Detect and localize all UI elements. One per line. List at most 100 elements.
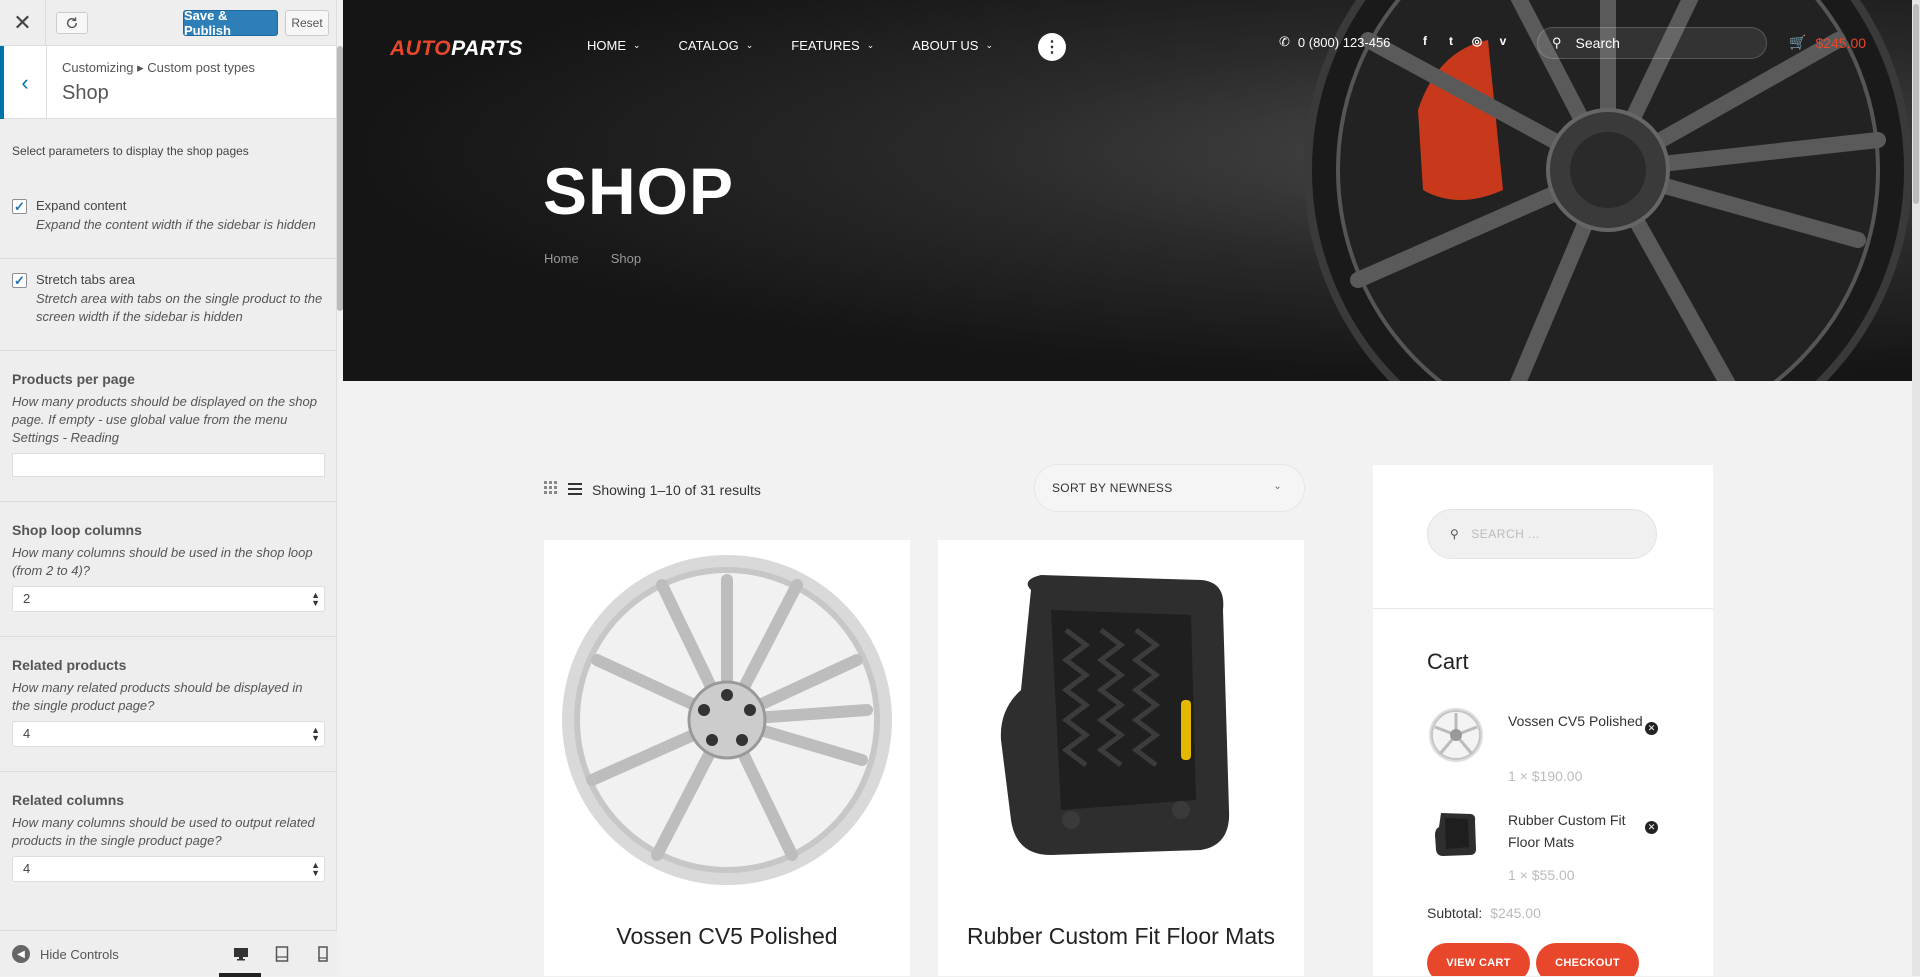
nav-label: CATALOG xyxy=(678,38,739,53)
section-title: Shop xyxy=(62,82,109,104)
cart-item-name[interactable]: Rubber Custom Fit Floor Mats xyxy=(1508,809,1648,853)
site-preview: AUTOPARTS HOME ⌄ CATALOG ⌄ FEATURES ⌄ ABOUT… xyxy=(343,0,1920,976)
header-search-placeholder: Search xyxy=(1575,35,1620,51)
expand-content-label[interactable]: Expand content xyxy=(36,198,324,213)
expand-content-checkbox[interactable]: ✓ xyxy=(12,199,27,214)
shop-sidebar: ⚲ SEARCH ... Cart Vossen CV5 Polished ✕ 1… xyxy=(1373,465,1713,976)
breadcrumb-shop: Shop xyxy=(610,251,642,266)
header-cart-total: $245.00 xyxy=(1815,34,1867,51)
reset-button[interactable]: Reset xyxy=(285,10,329,36)
products-per-page-input[interactable] xyxy=(12,453,325,477)
phone-number: 0 (800) 123-456 xyxy=(1297,34,1391,50)
divider xyxy=(0,350,336,351)
product-card[interactable]: Rubber Custom Fit Floor Mats xyxy=(938,540,1304,976)
mobile-preview-icon[interactable] xyxy=(312,945,334,963)
hide-controls-button[interactable]: ◀ Hide Controls xyxy=(12,945,119,963)
cart-item-name[interactable]: Vossen CV5 Polished xyxy=(1508,710,1648,732)
stretch-tabs-desc: Stretch area with tabs on the single pro… xyxy=(36,291,323,324)
product-name[interactable]: Vossen CV5 Polished xyxy=(544,922,910,950)
page-title: SHOP xyxy=(543,154,735,228)
results-count: Showing 1–10 of 31 results xyxy=(592,481,761,498)
subtotal-label: Subtotal: xyxy=(1427,905,1483,921)
shop-loop-columns-control: Shop loop columns How many columns shoul… xyxy=(12,522,325,612)
close-icon[interactable]: ✕ xyxy=(0,0,46,45)
customizer-header: ✕ Save & Publish Reset xyxy=(0,0,336,46)
cart-item-price: $190.00 xyxy=(1531,768,1583,784)
customizer-breadcrumb: Customizing ▸ Custom post types xyxy=(62,60,255,75)
products-per-page-title: Products per page xyxy=(12,371,135,387)
checkout-button[interactable]: CHECKOUT xyxy=(1536,943,1639,976)
vine-icon[interactable]: v xyxy=(1496,34,1510,48)
customizer-controls: Select parameters to display the shop pa… xyxy=(0,120,336,930)
related-products-title: Related products xyxy=(12,657,127,673)
grid-view-icon[interactable] xyxy=(544,481,558,498)
expand-content-desc: Expand the content width if the sidebar … xyxy=(36,217,316,232)
nav-about-us[interactable]: ABOUT US ⌄ xyxy=(912,38,993,53)
nav-home[interactable]: HOME ⌄ xyxy=(587,38,641,53)
divider xyxy=(0,258,336,259)
shop-loop-columns-select[interactable]: 2 ▲ ▼ xyxy=(12,586,325,612)
sort-select[interactable]: SORT BY NEWNESS ⌄ xyxy=(1034,464,1305,512)
view-cart-button[interactable]: VIEW CART xyxy=(1427,943,1530,976)
cart-subtotal: Subtotal: $245.00 xyxy=(1427,905,1541,921)
cart-item-thumbnail[interactable] xyxy=(1427,706,1485,764)
product-name[interactable]: Rubber Custom Fit Floor Mats xyxy=(938,922,1304,950)
main-nav: HOME ⌄ CATALOG ⌄ FEATURES ⌄ ABOUT US ⌄ xyxy=(587,38,1031,53)
divider xyxy=(1373,608,1713,609)
stretch-tabs-label[interactable]: Stretch tabs area xyxy=(36,272,324,287)
stretch-tabs-checkbox[interactable]: ✓ xyxy=(12,273,27,288)
related-columns-title: Related columns xyxy=(12,792,125,808)
cart-item-thumbnail[interactable] xyxy=(1427,805,1485,863)
select-arrows-icon: ▲ ▼ xyxy=(311,725,320,743)
divider xyxy=(0,501,336,502)
related-products-select[interactable]: 4 ▲ ▼ xyxy=(12,721,325,747)
save-publish-button[interactable]: Save & Publish xyxy=(183,8,278,38)
chevron-down-icon: ⌄ xyxy=(985,40,993,50)
product-card[interactable]: Vossen CV5 Polished xyxy=(544,540,910,976)
subtotal-value: $245.00 xyxy=(1490,905,1541,921)
collapse-icon: ◀ xyxy=(12,945,30,963)
related-products-value: 4 xyxy=(23,726,31,741)
sidebar-search-input[interactable]: ⚲ SEARCH ... xyxy=(1427,509,1657,559)
cart-item-qty: 1 × xyxy=(1508,768,1528,784)
nav-features[interactable]: FEATURES ⌄ xyxy=(791,38,874,53)
nav-catalog[interactable]: CATALOG ⌄ xyxy=(679,38,754,53)
header-search-input[interactable]: ⚲ Search xyxy=(1537,27,1767,59)
facebook-icon[interactable]: f xyxy=(1418,34,1432,48)
logo-text-auto: AUTO xyxy=(390,37,452,60)
search-icon: ⚲ xyxy=(1450,527,1460,541)
refresh-icon[interactable] xyxy=(56,12,88,34)
chevron-down-icon: ⌄ xyxy=(1273,481,1282,492)
remove-item-icon[interactable]: ✕ xyxy=(1645,722,1658,735)
cart-item-price: $55.00 xyxy=(1531,867,1575,883)
more-menu-icon[interactable]: ⋮ xyxy=(1038,33,1066,61)
related-columns-select[interactable]: 4 ▲ ▼ xyxy=(12,856,325,882)
related-columns-control: Related columns How many columns should … xyxy=(12,792,325,882)
cart-icon: 🛒 xyxy=(1789,34,1807,50)
chevron-down-icon: ⌄ xyxy=(866,40,875,50)
phone-contact[interactable]: ✆ 0 (800) 123-456 xyxy=(1279,34,1390,50)
customizer-footer: ◀ Hide Controls xyxy=(0,930,337,977)
product-image[interactable] xyxy=(938,540,1304,900)
desktop-preview-icon[interactable] xyxy=(230,945,252,963)
shop-loop-columns-value: 2 xyxy=(23,591,31,606)
list-view-icon[interactable] xyxy=(568,482,582,498)
related-columns-desc: How many columns should be used to outpu… xyxy=(12,815,315,848)
products-per-page-desc: How many products should be displayed on… xyxy=(12,394,317,445)
select-arrows-icon: ▲ ▼ xyxy=(311,590,320,608)
remove-item-icon[interactable]: ✕ xyxy=(1645,821,1658,834)
tablet-preview-icon[interactable] xyxy=(271,945,293,963)
twitter-icon[interactable]: t xyxy=(1444,34,1458,48)
instagram-icon[interactable]: ◎ xyxy=(1470,34,1484,48)
related-columns-value: 4 xyxy=(23,861,31,876)
product-image[interactable] xyxy=(544,540,910,900)
chevron-down-icon: ⌄ xyxy=(633,40,641,50)
back-icon[interactable]: ‹ xyxy=(0,46,47,119)
cart-item-qty-price: 1 × $190.00 xyxy=(1508,768,1582,784)
cart-widget-title: Cart xyxy=(1427,649,1469,674)
preview-scrollbar[interactable] xyxy=(1912,0,1920,976)
breadcrumb-home[interactable]: Home xyxy=(544,251,579,266)
site-logo[interactable]: AUTOPARTS xyxy=(390,37,523,61)
header-cart[interactable]: 🛒 $245.00 xyxy=(1789,34,1866,51)
divider xyxy=(0,771,336,772)
